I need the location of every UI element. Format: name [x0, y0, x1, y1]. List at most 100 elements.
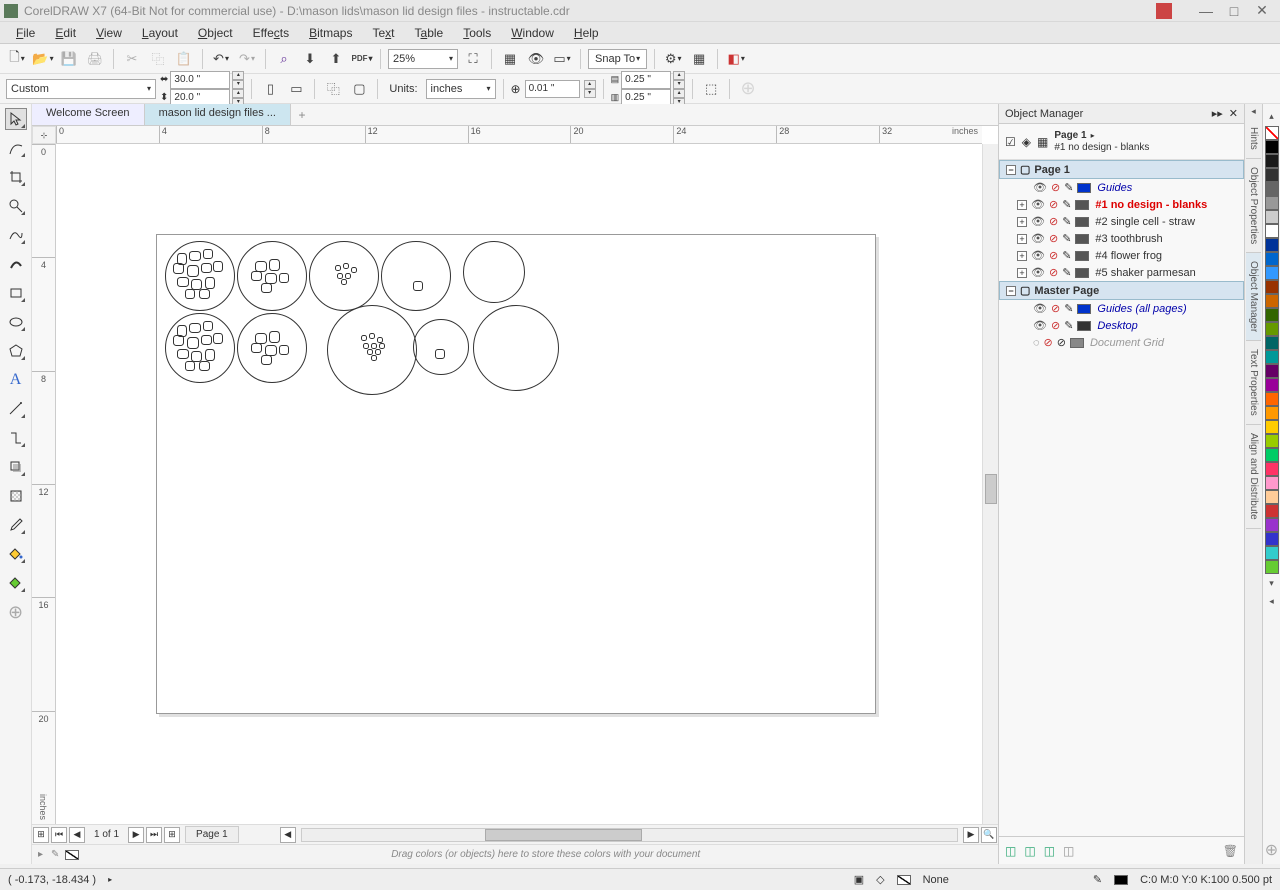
show-props-icon[interactable]: ☑ — [1005, 135, 1016, 149]
vertical-scrollbar[interactable] — [982, 144, 998, 824]
color-swatch[interactable] — [1265, 252, 1279, 266]
tab-object-properties[interactable]: Object Properties — [1246, 159, 1261, 253]
docker-tabs-arrow[interactable]: ◂ — [1249, 104, 1258, 119]
color-swatch[interactable] — [1265, 448, 1279, 462]
nav-first[interactable]: ⏮ — [51, 827, 67, 843]
nav-last[interactable]: ⏭ — [146, 827, 162, 843]
color-swatch[interactable] — [1265, 476, 1279, 490]
docker-title-bar[interactable]: Object Manager ▸▸✕ — [999, 104, 1244, 124]
menu-layout[interactable]: Layout — [132, 24, 188, 42]
eyedropper-tool[interactable] — [5, 514, 27, 536]
coords-flyout-icon[interactable]: ▸ — [108, 875, 112, 884]
edit-across-icon[interactable]: ◈ — [1022, 135, 1031, 149]
printable-icon[interactable]: ⊘ — [1049, 215, 1058, 228]
layer-row[interactable]: + 👁 ⊘ ✎ #1 no design - blanks — [999, 196, 1244, 213]
editable-icon[interactable]: ✎ — [1062, 249, 1071, 262]
horizontal-scrollbar[interactable] — [301, 828, 958, 842]
visibility-icon[interactable]: 👁 — [1031, 215, 1045, 228]
fill-tool[interactable] — [5, 543, 27, 565]
layer-mgr-view-icon[interactable]: ▦ — [1037, 135, 1048, 149]
layer-color-swatch[interactable] — [1075, 251, 1089, 261]
units-select[interactable]: inches▾ — [426, 79, 496, 99]
color-swatch[interactable] — [1265, 238, 1279, 252]
color-swatch[interactable] — [1265, 518, 1279, 532]
palette-flyout-icon[interactable]: ◂ — [1269, 593, 1274, 610]
treat-as-filled-button[interactable]: ⬚ — [700, 78, 722, 100]
color-swatch[interactable] — [1265, 280, 1279, 294]
visibility-icon[interactable]: 👁 — [1031, 232, 1045, 245]
horizontal-ruler[interactable]: 0 4 8 12 16 20 24 28 32 inches — [56, 126, 982, 144]
drop-shadow-tool[interactable] — [5, 456, 27, 478]
color-swatch[interactable] — [1265, 364, 1279, 378]
color-swatch[interactable] — [1265, 168, 1279, 182]
artistic-media-tool[interactable] — [5, 253, 27, 275]
visibility-icon[interactable]: 👁 — [1031, 198, 1045, 211]
collapse-icon[interactable]: − — [1006, 286, 1016, 296]
rectangle-tool[interactable] — [5, 282, 27, 304]
editable-icon[interactable]: ✎ — [1064, 302, 1073, 315]
palette-add-icon[interactable]: ⊕ — [1261, 836, 1280, 864]
visibility-icon[interactable]: 👁 — [1033, 302, 1047, 315]
color-swatch[interactable] — [1265, 504, 1279, 518]
printable-icon[interactable]: ⊘ — [1051, 181, 1060, 194]
menu-tools[interactable]: Tools — [453, 24, 501, 42]
current-page-button[interactable]: ▢ — [348, 78, 370, 100]
print-button[interactable]: 🖨 — [84, 48, 106, 70]
show-grid-button[interactable]: 👁 — [525, 48, 547, 70]
nudge-down[interactable]: ▾ — [584, 89, 596, 98]
ellipse-tool[interactable] — [5, 311, 27, 333]
color-swatch[interactable] — [1265, 266, 1279, 280]
tab-object-manager[interactable]: Object Manager — [1246, 253, 1261, 341]
docker-collapse-icon[interactable]: ▸▸ — [1212, 108, 1223, 120]
nav-zoom-icon[interactable]: 🔍 — [981, 827, 997, 843]
show-guides-button[interactable]: ▭▾ — [551, 48, 573, 70]
fill-icon[interactable]: ◇ — [876, 873, 884, 886]
color-swatch[interactable] — [1265, 378, 1279, 392]
expand-icon[interactable]: + — [1017, 217, 1027, 227]
color-swatch[interactable] — [1265, 560, 1279, 574]
printable-icon[interactable]: ⊘ — [1049, 198, 1058, 211]
close-button[interactable]: ✕ — [1248, 2, 1276, 20]
tree-master-page[interactable]: − ▢ Master Page — [999, 281, 1244, 300]
visibility-icon[interactable]: 👁 — [1031, 249, 1045, 262]
delete-icon[interactable]: 🗑 — [1223, 844, 1238, 858]
color-swatch[interactable] — [1265, 490, 1279, 504]
menu-file[interactable]: File — [6, 24, 45, 42]
undo-button[interactable]: ↶▾ — [210, 48, 232, 70]
publish-pdf-button[interactable]: PDF▾ — [351, 48, 373, 70]
master-layer-row[interactable]: ◌ ⊘ ⊘ Document Grid — [999, 334, 1244, 351]
expand-icon[interactable]: + — [1017, 200, 1027, 210]
expand-icon[interactable]: + — [1017, 268, 1027, 278]
height-up[interactable]: ▴ — [232, 89, 244, 98]
snap-to-dropdown[interactable]: Snap To ▾ — [588, 49, 647, 69]
menu-table[interactable]: Table — [405, 24, 454, 42]
layer-color-swatch[interactable] — [1075, 200, 1089, 210]
palette-up-icon[interactable]: ▴ — [1269, 108, 1274, 125]
all-pages-button[interactable]: ⿻ — [322, 78, 344, 100]
layer-color-swatch[interactable] — [1077, 321, 1091, 331]
show-rulers-button[interactable]: ▦ — [499, 48, 521, 70]
color-swatch[interactable] — [1265, 350, 1279, 364]
maximize-button[interactable]: □ — [1220, 2, 1248, 20]
editable-icon[interactable]: ⊘ — [1057, 336, 1066, 349]
master-layer-row[interactable]: 👁 ⊘ ✎ Guides (all pages) — [999, 300, 1244, 317]
color-swatch[interactable] — [1265, 294, 1279, 308]
menu-object[interactable]: Object — [188, 24, 243, 42]
menu-view[interactable]: View — [86, 24, 132, 42]
menu-window[interactable]: Window — [501, 24, 564, 42]
layer-row[interactable]: + 👁 ⊘ ✎ #3 toothbrush — [999, 230, 1244, 247]
copy-button[interactable]: ⿻ — [147, 48, 169, 70]
layer-row[interactable]: + 👁 ⊘ ✎ #2 single cell - straw — [999, 213, 1244, 230]
color-swatch[interactable] — [1265, 546, 1279, 560]
redo-button[interactable]: ↷▾ — [236, 48, 258, 70]
menu-help[interactable]: Help — [564, 24, 609, 42]
editable-icon[interactable]: ✎ — [1064, 181, 1073, 194]
new-button[interactable]: 🗋▾ — [6, 48, 28, 70]
color-swatch[interactable] — [1265, 406, 1279, 420]
layer-color-swatch[interactable] — [1077, 304, 1091, 314]
polygon-tool[interactable] — [5, 340, 27, 362]
zoom-level[interactable]: 25%▾ — [388, 49, 458, 69]
connector-tool[interactable] — [5, 427, 27, 449]
docker-close-icon[interactable]: ✕ — [1229, 108, 1238, 120]
tab-document[interactable]: mason lid design files ... — [145, 104, 291, 125]
